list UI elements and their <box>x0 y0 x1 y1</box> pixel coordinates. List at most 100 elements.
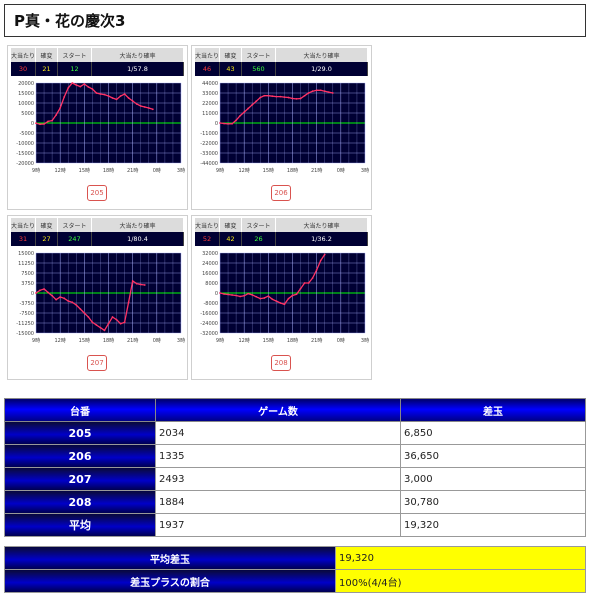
stat-header-kakuhen: 確変 <box>220 218 242 232</box>
data-point <box>307 92 310 94</box>
x-tick-label: 21時 <box>127 168 138 174</box>
totals-value: 19,320 <box>335 546 586 570</box>
data-point <box>63 297 66 300</box>
data-point <box>243 111 246 113</box>
machine-number-button[interactable]: 205 <box>87 185 107 201</box>
y-tick-label: -11000 <box>200 131 218 137</box>
data-point <box>227 123 229 125</box>
stat-value-jackpots: 30 <box>11 62 36 76</box>
balance-chart: 44000 33000 22000 11000 0 -11000 -22000 -33000 -… <box>200 81 369 174</box>
data-point <box>99 93 102 95</box>
data-point <box>251 103 254 106</box>
stats-header-row: 大当たり 確変 スタート 大当たり確率 <box>11 48 184 62</box>
totals-table: 平均差玉 19,320 差玉プラスの割合 100%(4/4台) <box>4 546 586 593</box>
balance-chart: 20000 15000 10000 5000 0 -5000 -10000 -15000 -20… <box>16 81 185 174</box>
table-row: 207 2493 3,000 <box>4 467 586 491</box>
stats-table: 大当たり 確変 スタート 大当たり確率 31 27 247 1/80.4 <box>11 218 184 246</box>
data-point <box>147 107 150 109</box>
stat-header-jackpots: 大当たり <box>195 218 220 232</box>
data-point <box>59 296 62 298</box>
y-tick-label: -5000 <box>19 131 34 137</box>
stat-header-jackpots: 大当たり <box>195 48 220 62</box>
data-point <box>119 95 122 97</box>
stat-value-probability: 1/57.8 <box>92 62 184 76</box>
y-tick-label: 24000 <box>202 261 218 267</box>
data-point <box>95 324 98 326</box>
row-label: 平均 <box>4 513 156 537</box>
data-point <box>235 294 238 297</box>
data-point <box>83 312 86 314</box>
y-tick-label: -20000 <box>16 161 34 167</box>
header-diff: 差玉 <box>400 398 586 422</box>
x-tick-label: 12時 <box>54 338 65 344</box>
data-point <box>327 91 330 93</box>
stat-value-probability: 1/80.4 <box>92 232 184 246</box>
machine-number-button[interactable]: 206 <box>271 185 291 201</box>
x-tick-label: 12時 <box>54 168 65 174</box>
y-tick-label: 7500 <box>21 271 34 277</box>
y-tick-label: -22000 <box>200 141 218 147</box>
data-point <box>287 297 290 300</box>
y-tick-label: -24000 <box>200 321 218 327</box>
data-point <box>263 94 266 97</box>
x-tick-label: 9時 <box>32 338 40 344</box>
data-point <box>243 294 246 297</box>
data-point <box>319 259 322 262</box>
x-tick-label: 18時 <box>103 168 114 174</box>
stat-value-jackpots: 52 <box>195 232 220 246</box>
data-point <box>127 301 130 304</box>
data-point <box>123 93 126 95</box>
data-point <box>299 287 302 290</box>
data-point <box>75 304 78 306</box>
stat-value-start: 12 <box>58 62 92 76</box>
data-point <box>303 94 306 97</box>
data-point <box>267 94 270 97</box>
data-point <box>223 122 225 125</box>
y-tick-label: -15000 <box>16 331 34 337</box>
stat-header-start: スタート <box>58 218 92 232</box>
data-point <box>307 282 310 284</box>
data-point <box>255 100 258 103</box>
x-tick-label: 3時 <box>177 168 185 174</box>
data-point <box>263 297 266 299</box>
row-diff: 3,000 <box>400 467 586 491</box>
data-point <box>71 301 74 304</box>
stats-value-row: 52 42 26 1/36.2 <box>195 232 368 246</box>
data-point <box>91 88 94 90</box>
x-tick-label: 0時 <box>337 168 345 174</box>
data-point <box>139 105 142 107</box>
stat-value-kakuhen: 27 <box>36 232 58 246</box>
data-point <box>275 300 278 303</box>
stat-header-kakuhen: 確変 <box>36 218 58 232</box>
data-point <box>115 98 118 101</box>
data-point <box>239 114 242 117</box>
data-point <box>87 316 90 318</box>
stat-header-probability: 大当たり確率 <box>276 48 368 62</box>
x-tick-label: 18時 <box>287 338 298 344</box>
stat-value-probability: 1/29.0 <box>276 62 368 76</box>
stat-value-jackpots: 31 <box>11 232 36 246</box>
data-point <box>303 282 306 284</box>
data-point <box>43 288 45 290</box>
data-point <box>331 92 334 94</box>
data-point <box>111 316 114 318</box>
y-tick-label: 5000 <box>21 111 34 117</box>
data-point <box>39 289 41 292</box>
y-tick-label: 33000 <box>202 91 218 97</box>
y-tick-label: -10000 <box>16 141 34 147</box>
machine-number-button[interactable]: 208 <box>271 355 291 371</box>
row-games: 2493 <box>155 467 401 491</box>
x-tick-label: 15時 <box>79 338 90 344</box>
machine-number-button[interactable]: 207 <box>87 355 107 371</box>
x-tick-label: 0時 <box>153 338 161 344</box>
row-label: 206 <box>4 444 156 468</box>
stat-value-start: 247 <box>58 232 92 246</box>
data-point <box>139 283 142 286</box>
data-point <box>247 292 250 295</box>
data-point <box>143 106 146 108</box>
data-point <box>35 122 37 125</box>
data-point <box>47 120 49 123</box>
row-diff: 30,780 <box>400 490 586 514</box>
row-label: 207 <box>4 467 156 491</box>
data-point <box>231 122 233 125</box>
